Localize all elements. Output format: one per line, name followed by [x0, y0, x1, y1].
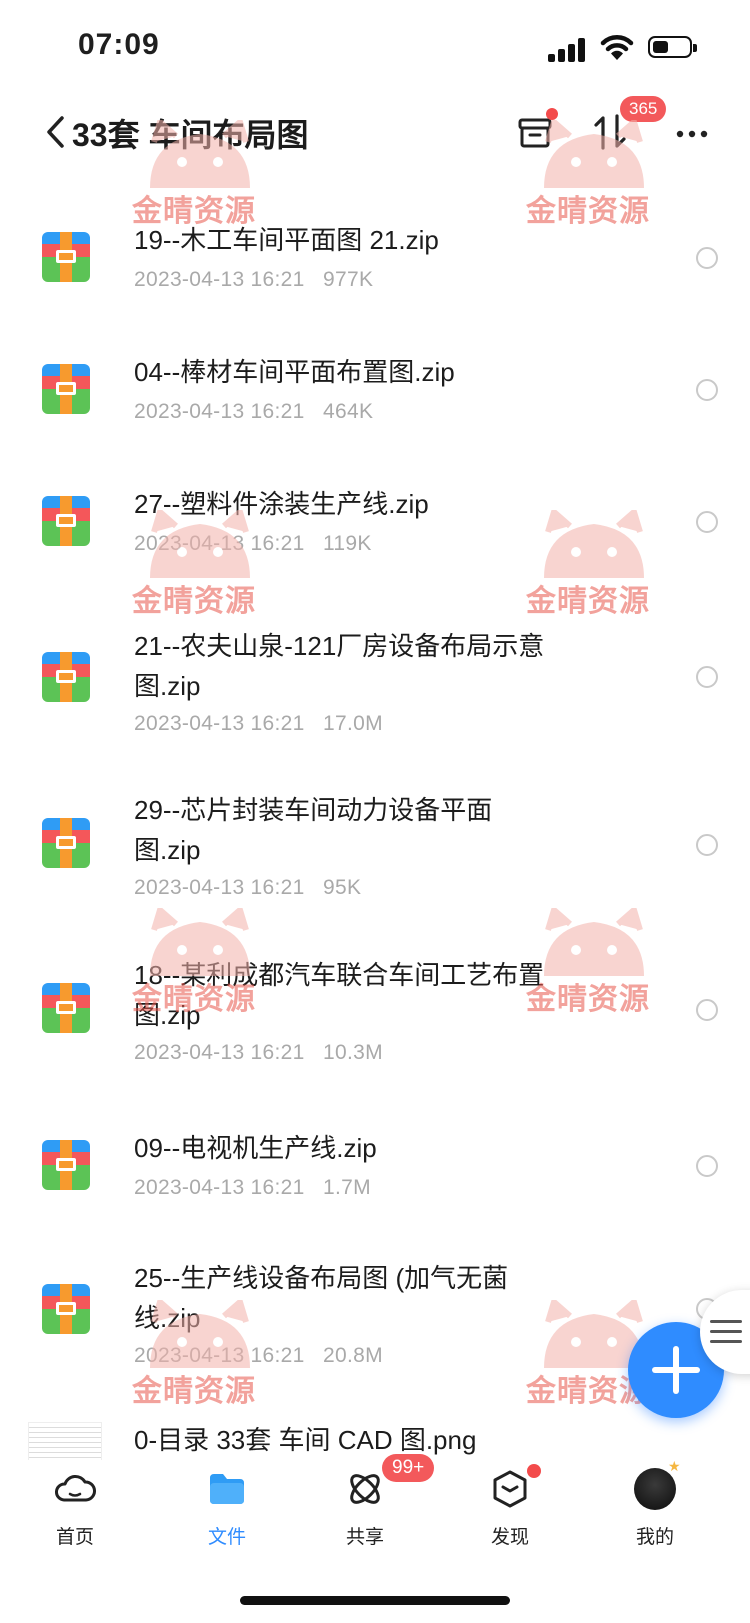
tab-discover[interactable]: 发现: [455, 1460, 565, 1560]
zip-archive-icon: [42, 983, 90, 1033]
zip-archive-icon: [42, 496, 90, 546]
file-row[interactable]: 18--某利成都汽车联合车间工艺布置图.zip 2023-04-13 16:21…: [0, 955, 750, 1075]
file-date: 2023-04-13 16:21: [134, 1176, 305, 1199]
file-name: 21--农夫山泉-121厂房设备布局示意图.zip: [134, 631, 545, 701]
zip-archive-icon: [42, 1284, 90, 1334]
file-size: 977K: [323, 268, 374, 291]
zip-archive-icon: [42, 364, 90, 414]
discover-notification-dot: [527, 1464, 541, 1478]
tab-label: 我的: [635, 1527, 674, 1548]
tab-label: 发现: [490, 1527, 529, 1548]
tab-profile[interactable]: ★ 我的: [600, 1459, 710, 1560]
file-meta: 2023-04-13 16:21 464K: [134, 400, 373, 424]
tab-share[interactable]: 99+ 共享: [310, 1454, 435, 1560]
file-row[interactable]: 29--芯片封装车间动力设备平面图.zip 2023-04-13 16:21 9…: [0, 790, 750, 910]
tab-label: 首页: [55, 1527, 94, 1548]
file-date: 2023-04-13 16:21: [134, 400, 305, 423]
avatar-icon: ★: [634, 1459, 681, 1510]
select-checkbox[interactable]: [696, 666, 718, 688]
tab-label: 共享: [345, 1527, 384, 1548]
home-indicator: [240, 1596, 510, 1605]
crown-icon: ★: [668, 1458, 681, 1474]
tab-files[interactable]: 文件: [172, 1460, 282, 1560]
file-date: 2023-04-13 16:21: [134, 1041, 305, 1064]
select-checkbox[interactable]: [696, 247, 718, 269]
file-list: 19--木工车间平面图 21.zip 2023-04-13 16:21 977K…: [0, 0, 750, 1460]
file-meta: 2023-04-13 16:21 10.3M: [134, 1041, 383, 1065]
file-name: 19--木工车间平面图 21.zip: [134, 225, 439, 255]
select-checkbox[interactable]: [696, 1155, 718, 1177]
file-name: 09--电视机生产线.zip: [134, 1133, 377, 1163]
zip-archive-icon: [42, 1140, 90, 1190]
file-name: 25--生产线设备布局图 (加气无菌线.zip: [134, 1263, 509, 1333]
file-date: 2023-04-13 16:21: [134, 712, 305, 735]
file-size: 464K: [323, 400, 374, 423]
file-meta: 2023-04-13 16:21 1.7M: [134, 1176, 371, 1200]
file-row[interactable]: 27--塑料件涂装生产线.zip 2023-04-13 16:21 119K: [0, 482, 750, 582]
image-thumbnail-icon: [28, 1422, 102, 1460]
file-date: 2023-04-13 16:21: [134, 532, 305, 555]
select-checkbox[interactable]: [696, 511, 718, 533]
file-size: 119K: [323, 532, 372, 555]
zip-archive-icon: [42, 818, 90, 868]
menu-lines-icon: [710, 1320, 742, 1323]
file-meta: 2023-04-13 16:21 20.8M: [134, 1344, 383, 1368]
file-name: 27--塑料件涂装生产线.zip: [134, 489, 429, 519]
file-name: 04--棒材车间平面布置图.zip: [134, 357, 455, 387]
file-meta: 2023-04-13 16:21 95K: [134, 876, 361, 900]
file-size: 17.0M: [323, 712, 383, 735]
bottom-tab-bar: 首页 文件 99+ 共享 发现 ★ 我的: [0, 1454, 750, 1560]
file-date: 2023-04-13 16:21: [134, 876, 305, 899]
file-meta: 2023-04-13 16:21 977K: [134, 268, 373, 292]
file-size: 95K: [323, 876, 362, 899]
select-checkbox[interactable]: [696, 379, 718, 401]
cloud-icon: [55, 1475, 96, 1502]
file-row[interactable]: 09--电视机生产线.zip 2023-04-13 16:21 1.7M: [0, 1128, 750, 1228]
tab-home[interactable]: 首页: [20, 1460, 130, 1560]
file-row[interactable]: 19--木工车间平面图 21.zip 2023-04-13 16:21 977K: [0, 218, 750, 318]
file-size: 20.8M: [323, 1344, 383, 1367]
file-name: 0-目录 33套 车间 CAD 图.png: [134, 1425, 477, 1455]
file-size: 1.7M: [323, 1176, 371, 1199]
file-name: 18--某利成都汽车联合车间工艺布置图.zip: [134, 960, 545, 1030]
share-orbit-icon: [350, 1474, 380, 1504]
select-checkbox[interactable]: [696, 834, 718, 856]
folder-icon: [210, 1474, 244, 1504]
file-row[interactable]: 21--农夫山泉-121厂房设备布局示意图.zip 2023-04-13 16:…: [0, 626, 750, 746]
discover-box-icon: [493, 1470, 527, 1508]
file-date: 2023-04-13 16:21: [134, 268, 305, 291]
file-name: 29--芯片封装车间动力设备平面图.zip: [134, 795, 493, 865]
tab-label: 文件: [207, 1527, 246, 1548]
file-meta: 2023-04-13 16:21 119K: [134, 532, 372, 556]
file-row[interactable]: 04--棒材车间平面布置图.zip 2023-04-13 16:21 464K: [0, 350, 750, 450]
share-count-badge: 99+: [382, 1454, 435, 1482]
file-date: 2023-04-13 16:21: [134, 1344, 305, 1367]
zip-archive-icon: [42, 652, 90, 702]
zip-archive-icon: [42, 232, 90, 282]
select-checkbox[interactable]: [696, 999, 718, 1021]
file-meta: 2023-04-13 16:21 17.0M: [134, 712, 383, 736]
file-size: 10.3M: [323, 1041, 383, 1064]
file-row[interactable]: 0-目录 33套 车间 CAD 图.png: [0, 1418, 750, 1460]
